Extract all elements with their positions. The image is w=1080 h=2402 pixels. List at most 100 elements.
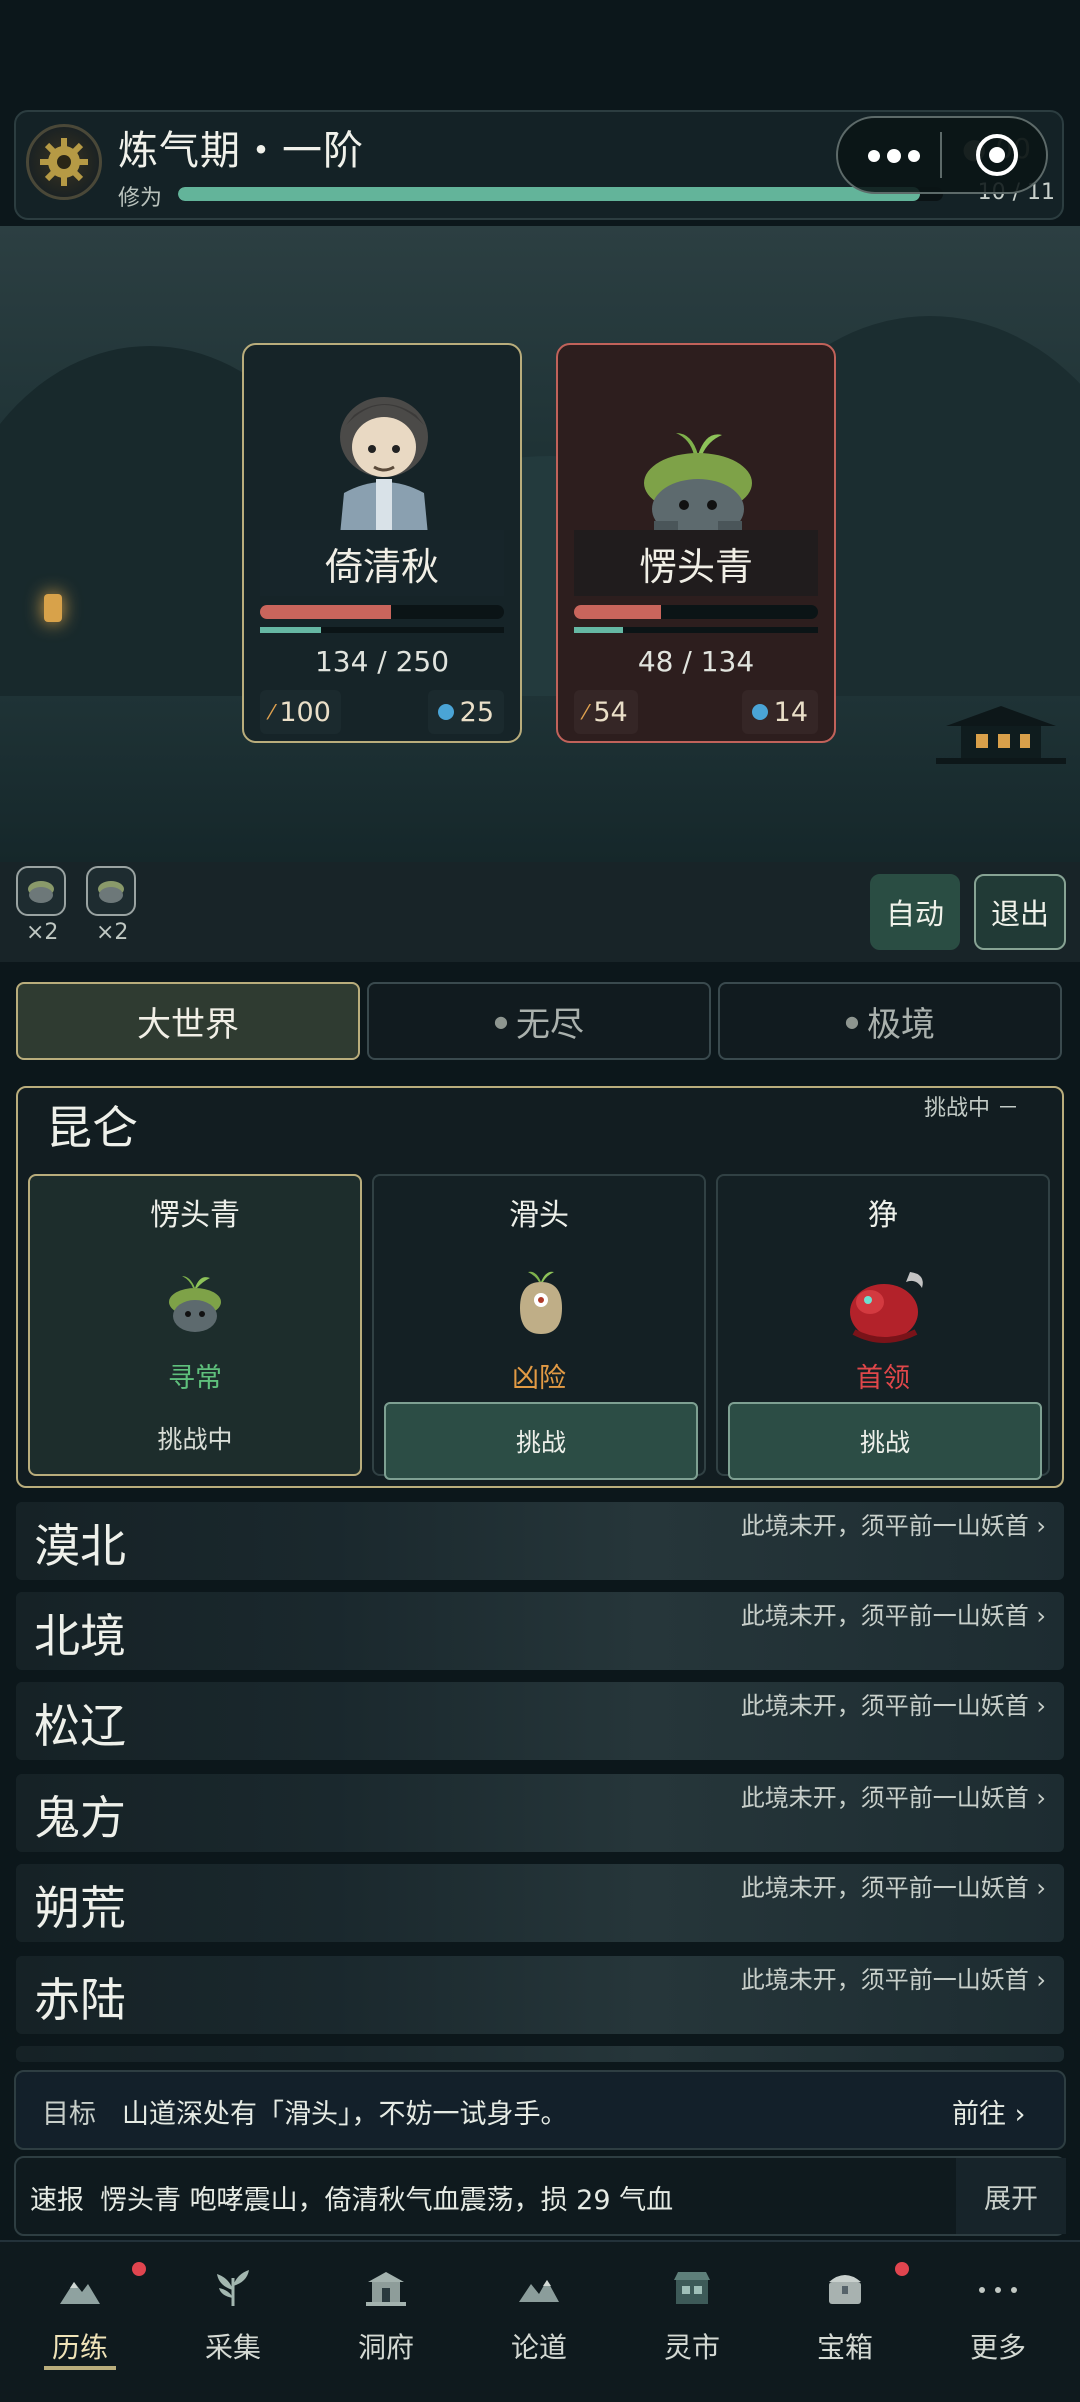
- goal-text: 山道深处有「滑头」，不妨一试身手。: [122, 2099, 568, 2130]
- enemy-hp-fill: [574, 605, 662, 619]
- item-count-1: ×2: [26, 920, 59, 945]
- monster-zheng-icon: [850, 1272, 923, 1343]
- nav-active-underline: [44, 2366, 116, 2370]
- report-label: 速报: [30, 2185, 84, 2216]
- chevron-right-icon: ›: [1036, 1874, 1046, 1902]
- enemy-defense-stat: 14: [741, 690, 818, 734]
- region-lock-note: 此境未开，须平前一山妖首 ›: [740, 1784, 1046, 1812]
- region-row-partial: [16, 2046, 1064, 2062]
- enemy-card: 愣头青 48 / 134 ⁄ 54 14: [556, 343, 836, 743]
- enemy-attack-stat: ⁄ 54: [574, 690, 638, 734]
- monster-rank: 寻常: [168, 1363, 222, 1394]
- monster-rank: 首领: [856, 1363, 910, 1394]
- player-mp-fill: [260, 627, 321, 633]
- monster-card-2: 滑头 凶险 挑战: [372, 1174, 706, 1480]
- monster-name: 愣头青: [150, 1198, 240, 1233]
- item-slot-1[interactable]: [16, 866, 66, 916]
- region-row-mobei[interactable]: 漠北 此境未开，须平前一山妖首 ›: [16, 1502, 1064, 1580]
- region-name: 漠北: [34, 1519, 126, 1573]
- tab-extreme[interactable]: ● 极境: [718, 982, 1062, 1060]
- cultivation-progress-bar: [178, 187, 943, 201]
- monster-slippery-icon: [520, 1271, 562, 1334]
- enemy-hp-text: 48 / 134: [637, 645, 755, 678]
- peaks-icon: [519, 2280, 559, 2302]
- gear-icon[interactable]: [26, 124, 102, 200]
- more-icon: [979, 2287, 1017, 2293]
- expand-button[interactable]: 展开: [956, 2158, 1066, 2234]
- notification-dot: [132, 2262, 146, 2276]
- nav-label: 采集: [204, 2331, 261, 2364]
- chevron-right-icon: ›: [1014, 2099, 1026, 2130]
- goal-label: 目标: [42, 2099, 96, 2130]
- report-text: 愣头青 咆哮震山，倚清秋气血震荡，损 29 气血: [100, 2185, 674, 2216]
- herb-icon: [217, 2270, 249, 2306]
- tab-world[interactable]: 大世界: [16, 982, 360, 1060]
- region-name: 北境: [34, 1609, 126, 1663]
- orb-icon: [437, 704, 454, 720]
- challenge-button[interactable]: 挑战: [384, 1402, 698, 1480]
- monster-status: 挑战中: [157, 1425, 233, 1454]
- chevron-right-icon: ›: [1036, 1512, 1046, 1540]
- mountain-icon: [60, 2282, 100, 2304]
- challenge-button[interactable]: 挑战: [728, 1402, 1042, 1480]
- region-row-songliao[interactable]: 松辽 此境未开，须平前一山妖首 ›: [16, 1682, 1064, 1760]
- region-row-beijing[interactable]: 北境 此境未开，须平前一山妖首 ›: [16, 1592, 1064, 1670]
- nav-item-training[interactable]: 历练: [20, 2260, 146, 2380]
- notification-dot: [895, 2262, 909, 2276]
- chevron-right-icon: ›: [1036, 1602, 1046, 1630]
- market-icon: [674, 2272, 710, 2304]
- capsule-divider: [940, 132, 942, 178]
- nav-label: 宝箱: [816, 2331, 873, 2364]
- enemy-portrait-icon: [644, 433, 752, 543]
- nav-item-chest[interactable]: 宝箱: [785, 2260, 909, 2380]
- monster-sprout-rock-icon: [169, 1276, 221, 1332]
- player-card: 倚清秋 134 / 250 ⁄ 100 25: [242, 343, 522, 743]
- more-dots-icon[interactable]: [864, 138, 924, 174]
- player-hp-fill: [260, 605, 391, 619]
- region-row-shuohuang[interactable]: 朔荒 此境未开，须平前一山妖首 ›: [16, 1864, 1064, 1942]
- nav-label: 论道: [510, 2331, 567, 2364]
- nav-item-discuss[interactable]: 论道: [479, 2260, 599, 2380]
- region-status[interactable]: 挑战中 －: [924, 1090, 1019, 1122]
- goal-go-button[interactable]: 前往 ›: [952, 2092, 1025, 2131]
- goal-bar: 目标 山道深处有「滑头」，不妨一试身手。 前往 ›: [14, 2070, 1066, 2150]
- nav-item-market[interactable]: 灵市: [632, 2260, 752, 2380]
- region-name: 松辽: [34, 1699, 126, 1753]
- region-row-guifang[interactable]: 鬼方 此境未开，须平前一山妖首 ›: [16, 1774, 1064, 1852]
- lantern-icon: [44, 594, 62, 622]
- auto-button[interactable]: 自动: [870, 874, 960, 950]
- monster-card-1[interactable]: 愣头青 寻常 挑战中: [28, 1174, 362, 1476]
- nav-item-cave[interactable]: 洞府: [326, 2260, 446, 2380]
- nav-label: 洞府: [357, 2331, 414, 2364]
- region-name: 朔荒: [34, 1881, 126, 1935]
- region-title: 昆仑: [46, 1101, 138, 1155]
- realm-title: 炼气期・一阶: [118, 128, 364, 174]
- pavilion-decoration-icon: [936, 706, 1066, 764]
- chevron-right-icon: ›: [1036, 1784, 1046, 1812]
- cultivation-progress-fill: [178, 187, 921, 201]
- region-row-chilu[interactable]: 赤陆 此境未开，须平前一山妖首 ›: [16, 1956, 1064, 2034]
- item-count-2: ×2: [96, 920, 129, 945]
- chevron-right-icon: ›: [1036, 1692, 1046, 1720]
- region-lock-note: 此境未开，须平前一山妖首 ›: [740, 1602, 1046, 1630]
- region-lock-note: 此境未开，须平前一山妖首 ›: [740, 1874, 1046, 1902]
- nav-label: 历练: [51, 2331, 108, 2364]
- monster-rank: 凶险: [512, 1363, 566, 1394]
- nav-item-more[interactable]: 更多: [938, 2260, 1058, 2380]
- sword-icon: ⁄: [270, 700, 274, 724]
- item-slot-2[interactable]: [86, 866, 136, 916]
- pavilion-icon: [366, 2272, 406, 2306]
- player-hp-bar: [260, 605, 504, 619]
- enemy-mp-fill: [574, 627, 623, 633]
- exit-button[interactable]: 退出: [974, 874, 1066, 950]
- close-target-icon[interactable]: [974, 132, 1020, 178]
- nav-label: 更多: [969, 2331, 1026, 2364]
- lock-icon: ●: [494, 1011, 508, 1031]
- chest-icon: [829, 2275, 861, 2304]
- mini-program-capsule: [836, 116, 1048, 194]
- nav-label: 灵市: [663, 2331, 720, 2364]
- nav-item-gather[interactable]: 采集: [173, 2260, 293, 2380]
- lock-icon: ●: [845, 1011, 859, 1031]
- monster-name: 滑头: [509, 1198, 569, 1233]
- tab-endless[interactable]: ● 无尽: [367, 982, 711, 1060]
